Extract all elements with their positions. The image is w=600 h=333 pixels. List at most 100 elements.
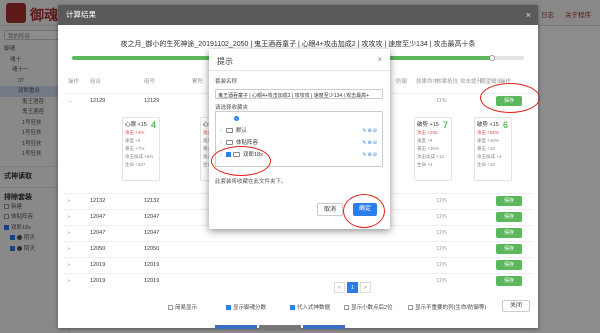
row-percent: 11%	[436, 98, 447, 104]
footer-option-label: 显示小数点后2位	[351, 305, 393, 311]
folder-item[interactable]: › 体贴阵容 ✎⊕⊖	[220, 138, 380, 148]
footer-option[interactable]: 代入式神数据	[290, 303, 330, 311]
row-id: 12019	[90, 262, 106, 268]
add-folder-icon[interactable]: +	[234, 116, 239, 121]
row-id: 12050	[90, 246, 106, 252]
soul-card-stat: 攻击 +4%	[125, 130, 145, 135]
table-column-header: 效果命中	[416, 79, 439, 85]
row-percent: 11%	[436, 230, 447, 236]
results-close-icon[interactable]: ×	[526, 5, 531, 25]
row-expand-icon[interactable]: ›	[68, 262, 70, 268]
folder-icon	[233, 152, 240, 157]
row-expand-icon[interactable]: ›	[68, 278, 70, 284]
table-row[interactable]: › 12050 12050 11% 保存	[64, 241, 534, 256]
checkbox[interactable]	[226, 305, 231, 310]
footer-option[interactable]: 简易显示	[168, 303, 197, 311]
save-prompt-dialog: 提示 × 套装名称 鬼王酒吞童子 | 心眼4+攻击加成2 | 攻攻攻 | 速度至…	[209, 49, 390, 229]
footer-option[interactable]: 显示小数点后2位	[344, 303, 393, 311]
soul-card-stat: 暴击 +12	[477, 146, 495, 151]
table-column-header: 累积	[192, 79, 204, 85]
soul-card-stat: 生命 +327	[125, 162, 146, 167]
bottom-bar-segment	[259, 325, 301, 329]
checkbox[interactable]	[290, 305, 295, 310]
save-button[interactable]: 保存	[496, 228, 522, 238]
soul-card-stat: 攻击加成 +4	[477, 154, 502, 159]
soul-card-stat: 暴击 +7%	[125, 146, 145, 151]
dialog-note: 此套装将收藏在此文件夹下。	[215, 179, 287, 185]
folder-actions-icon[interactable]: ✎⊕⊖	[362, 138, 378, 148]
footer-option[interactable]: 显示不重要的列(生命/防御等)	[408, 303, 486, 311]
close-button[interactable]: 关闭	[502, 300, 530, 312]
soul-card-stat: 速度 +16%	[477, 138, 499, 143]
soul-card-stat: 生命 +12	[477, 162, 495, 167]
soul-card-slot: 4	[150, 120, 156, 130]
row-expand-toggle-icon[interactable]: ⌄	[68, 98, 73, 104]
folder-checkbox[interactable]	[226, 152, 231, 157]
folder-item[interactable]: › 默认 ✎⊕⊖	[220, 126, 380, 136]
soul-card-stat: 攻击 +55%	[477, 130, 499, 135]
soul-card-stat: 速度 +9	[417, 138, 433, 143]
save-button[interactable]: 保存	[496, 196, 522, 206]
bottom-bar-segment	[303, 325, 345, 329]
dialog-divider	[209, 70, 390, 71]
page-number[interactable]: 1	[347, 282, 358, 293]
row-id: 12019	[144, 262, 160, 268]
soul-card[interactable]: 心眼 +15 4 攻击 +4% 速度 +8 暴击 +7% 攻击加成 +6% 生命 +327	[122, 117, 160, 181]
folder-label: 体贴阵容	[236, 140, 259, 146]
checkbox[interactable]	[344, 305, 349, 310]
confirm-button[interactable]: 确定	[353, 203, 377, 216]
save-button[interactable]: 保存	[496, 96, 522, 106]
row-percent: 11%	[436, 214, 447, 220]
folder-item[interactable]: › 双郎18s ✎⊕⊖	[220, 150, 380, 160]
row-percent: 11%	[436, 246, 447, 252]
row-expand-icon[interactable]: ›	[68, 246, 70, 252]
results-subtitle: 夜之月_御小的生死神途_20191102_2050 | 鬼王酒吞童子 | 心眼4…	[120, 41, 476, 48]
table-column-header: 操作	[68, 79, 80, 85]
folder-tree: + › 默认 ✎⊕⊖ › 体贴阵容 ✎⊕⊖ › 双郎18s ✎⊕⊖	[215, 111, 383, 167]
folder-actions-icon[interactable]: ✎⊕⊖	[362, 150, 378, 160]
row-expand-icon[interactable]: ›	[68, 214, 70, 220]
cancel-button[interactable]: 取消	[317, 203, 343, 216]
checkbox[interactable]	[408, 305, 413, 310]
row-id: 12047	[90, 214, 106, 220]
bottom-scroll-indicator	[215, 325, 345, 329]
folder-actions-icon[interactable]: ✎⊕⊖	[362, 126, 378, 136]
footer-option-label: 代入式神数据	[297, 305, 331, 311]
table-row[interactable]: › 12019 12019 11% 保存	[64, 273, 534, 288]
save-button[interactable]: 保存	[496, 212, 522, 222]
soul-card[interactable]: 破势 +15 6 攻击 +55% 速度 +16% 暴击 +12 攻击加成 +4 生命 +12	[474, 117, 512, 181]
table-column-header: 组合	[90, 79, 102, 85]
save-button[interactable]: 保存	[496, 260, 522, 270]
save-button[interactable]: 保存	[496, 244, 522, 254]
row-percent: 11%	[436, 278, 447, 284]
row-expand-icon[interactable]: ›	[68, 230, 70, 236]
dialog-title: 提示	[217, 57, 233, 66]
checkbox[interactable]	[168, 305, 173, 310]
soul-card-stat: 暴击 +15%	[417, 146, 439, 151]
prev-page-icon[interactable]: <	[334, 282, 345, 293]
dialog-close-icon[interactable]: ×	[377, 55, 382, 64]
folder-label: 双郎18s	[243, 152, 263, 158]
row-id: 12129	[90, 98, 106, 104]
set-name-input[interactable]: 鬼王酒吞童子 | 心眼4+攻击加成2 | 攻攻攻 | 速度至少134 | 攻击最…	[215, 89, 383, 99]
soul-card-stat: 攻击加成 +6%	[125, 154, 154, 159]
footer-option[interactable]: 显示御魂分数	[226, 303, 266, 311]
folder-icon	[226, 128, 233, 133]
results-modal-header: 计算结果 ×	[58, 5, 538, 25]
soul-card-stat: 速度 +8	[125, 138, 141, 143]
progress-knob[interactable]	[489, 54, 496, 61]
soul-card-slot: 7	[442, 120, 448, 130]
table-row[interactable]: › 12019 12019 11% 保存	[64, 257, 534, 272]
table-column-header: 期望输出	[480, 79, 503, 85]
row-id: 12047	[144, 214, 160, 220]
footer-option-label: 显示御魂分数	[233, 305, 267, 311]
row-id-secondary: 12129	[144, 98, 160, 104]
table-column-header: 组号	[144, 79, 156, 85]
next-page-icon[interactable]: >	[360, 282, 371, 293]
footer-option-label: 简易显示	[175, 305, 198, 311]
soul-card[interactable]: 破势 +15 7 攻击 +292 速度 +9 暴击 +15% 攻击加成 +12 生命 +4	[414, 117, 452, 181]
save-button[interactable]: 保存	[496, 276, 522, 286]
table-column-header: 操作	[500, 79, 512, 85]
results-footer: 关闭 简易显示 显示御魂分数 代入式神数据 显示小数点后2位 显示不重要的列(生命/防御…	[58, 300, 538, 316]
row-expand-icon[interactable]: ›	[68, 198, 70, 204]
